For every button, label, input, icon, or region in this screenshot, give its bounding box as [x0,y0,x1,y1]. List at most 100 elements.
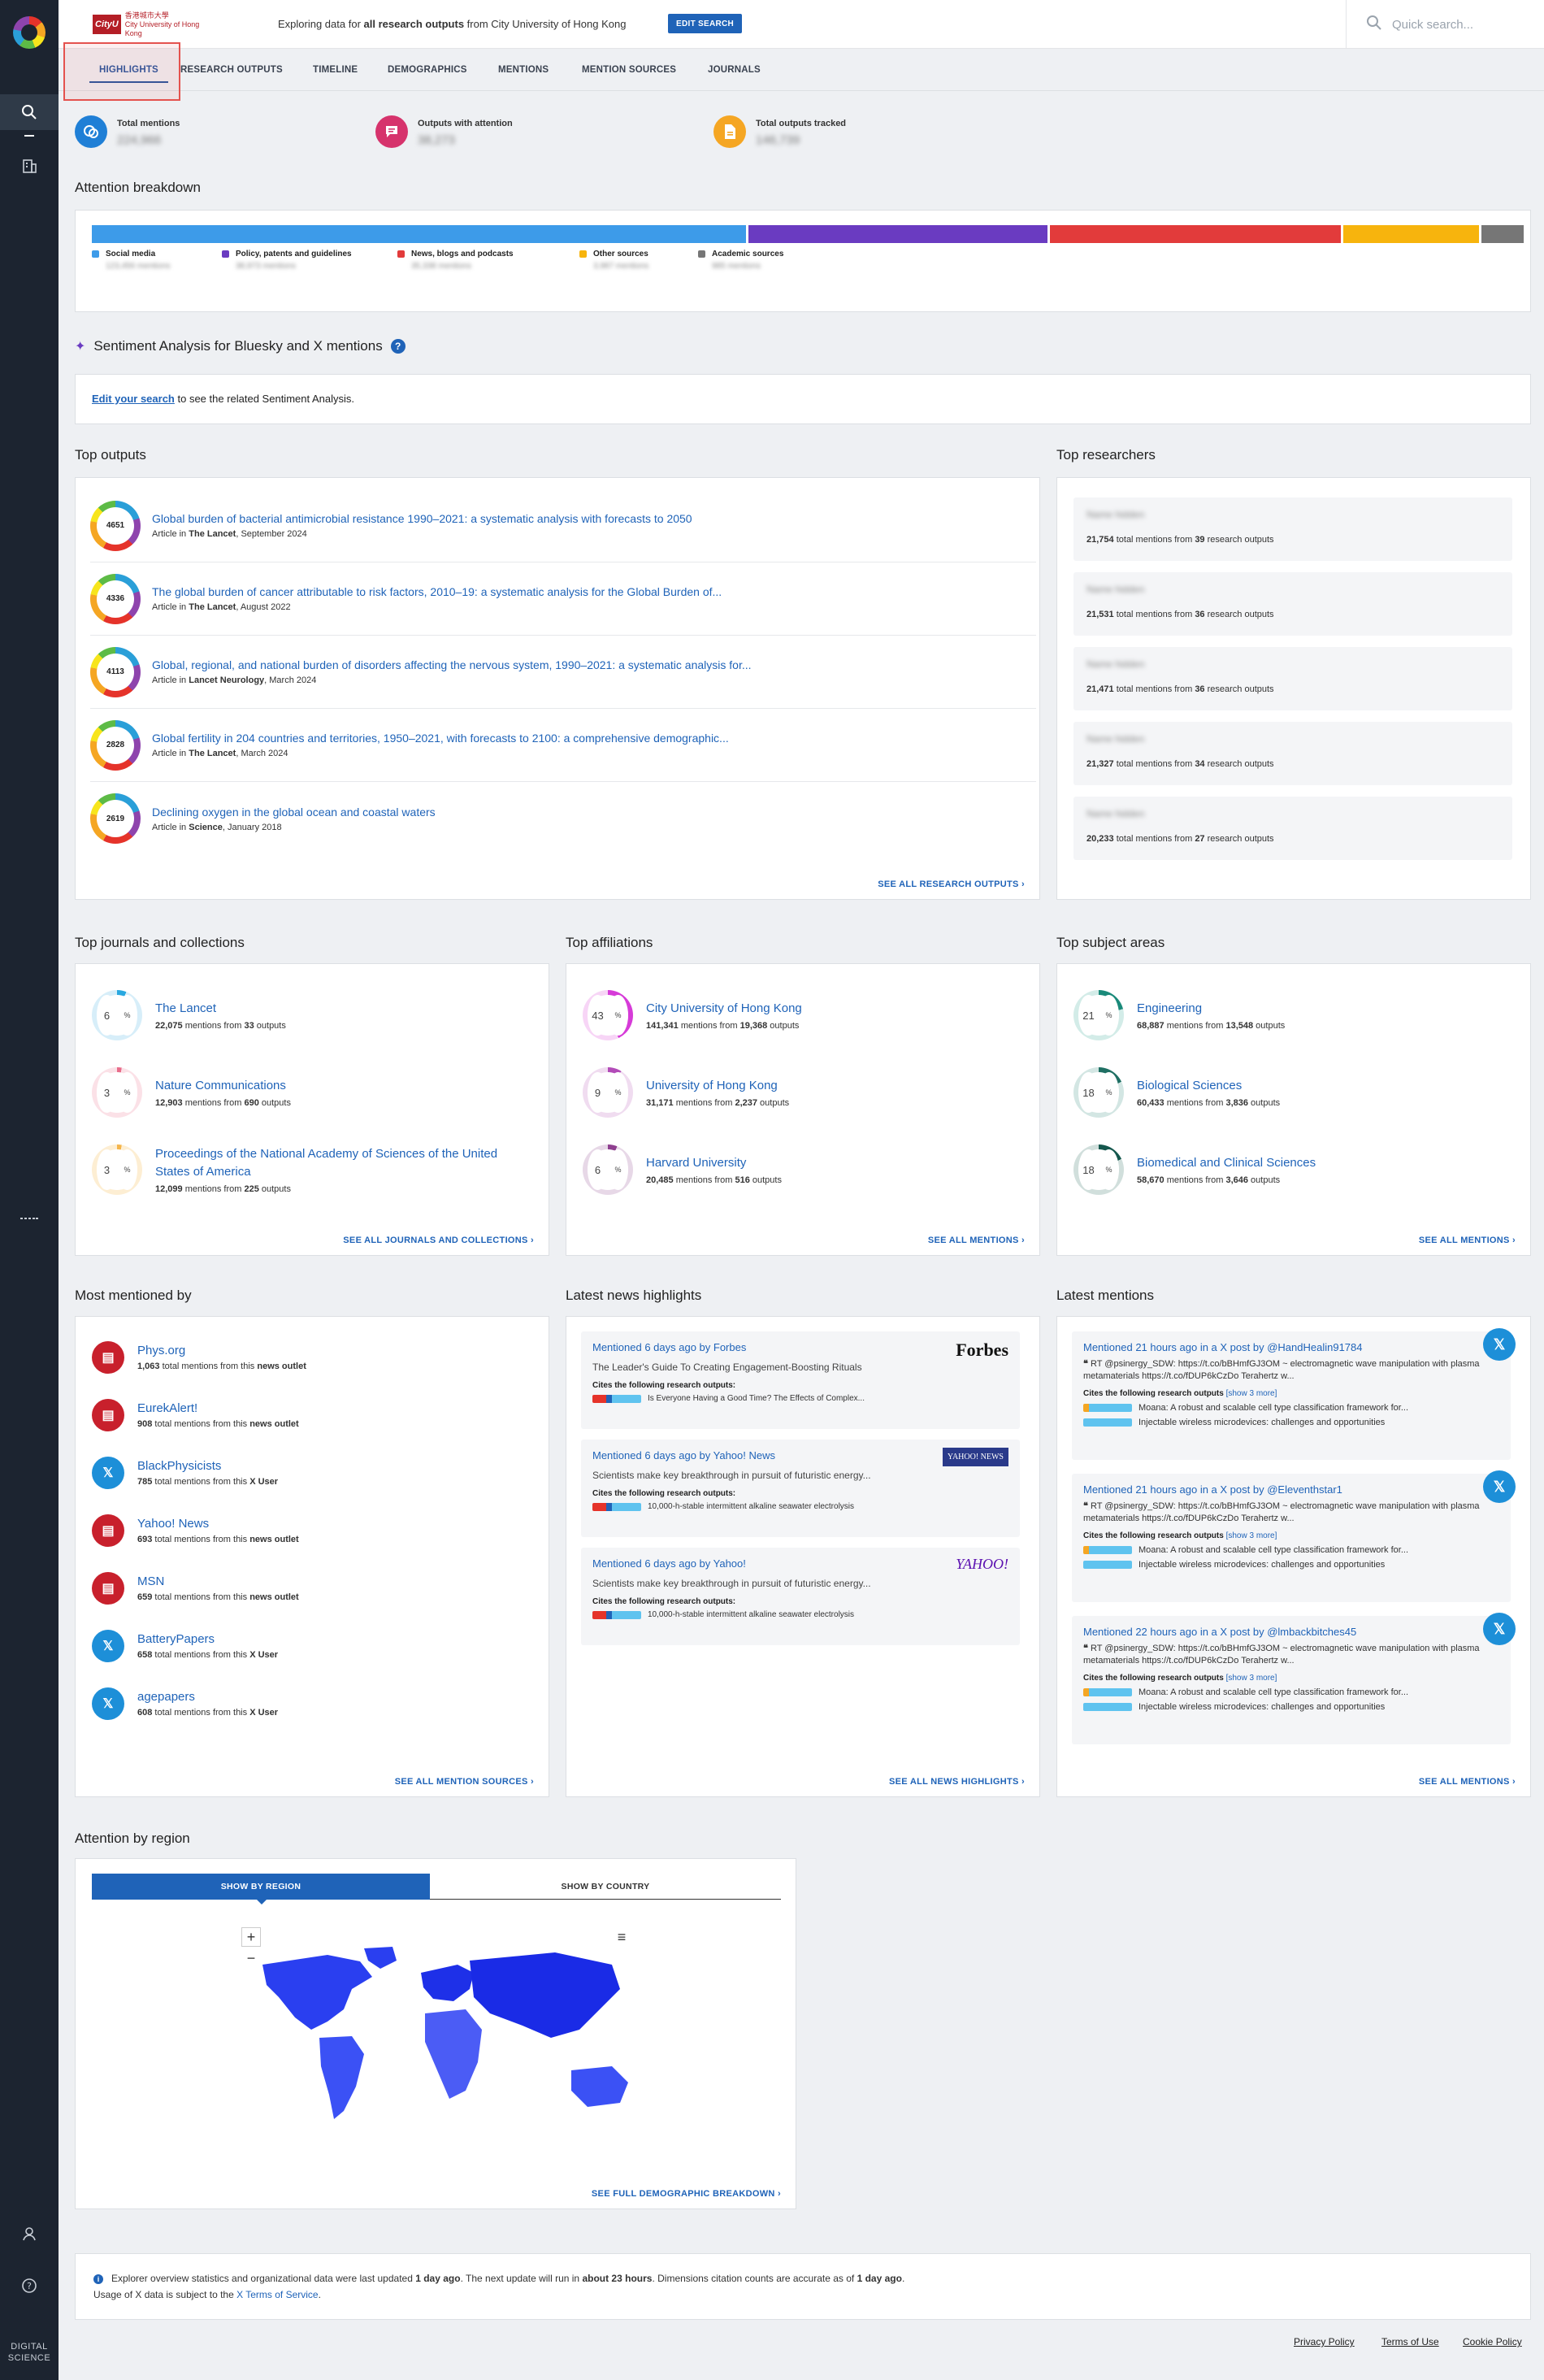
mention-source-row[interactable]: ▤ MSN 659 total mentions from this news ou… [92,1572,299,1605]
map-region-asia[interactable] [470,1952,620,2038]
cookie-policy-link[interactable]: Cookie Policy [1463,2336,1522,2347]
news-item[interactable]: YAHOO! Mentioned 6 days ago by Yahoo! Scie… [581,1548,1020,1645]
cited-output[interactable]: Injectable wireless microdevices: challe… [1083,1418,1499,1427]
researcher-row[interactable]: Name hidden 21,471 total mentions from 36… [1073,647,1512,710]
tab-research-outputs[interactable]: RESEARCH OUTPUTS [180,49,283,91]
attention-segment[interactable] [1049,225,1342,243]
attention-segment[interactable] [1481,225,1524,243]
output-title-link[interactable]: Global, regional, and national burden of… [152,658,752,671]
cited-output[interactable]: Moana: A robust and scalable cell type c… [1083,1403,1499,1413]
building-icon[interactable] [0,148,59,184]
researcher-name[interactable]: Name hidden [1086,509,1184,520]
see-all-research-outputs-link[interactable]: SEE ALL RESEARCH OUTPUTS › [878,879,1025,889]
researcher-row[interactable]: Name hidden 21,531 total mentions from 36… [1073,572,1512,636]
tab-show-by-region[interactable]: SHOW BY REGION [92,1874,430,1900]
tab-mentions[interactable]: MENTIONS [498,49,549,91]
mention-when-link[interactable]: Mentioned 22 hours ago in a X post by @l… [1083,1626,1499,1638]
researcher-row[interactable]: Name hidden 21,327 total mentions from 34… [1073,722,1512,785]
map-region-africa[interactable] [425,2009,482,2099]
ranked-item[interactable]: 21% Engineering 68,887 mentions from 13,54… [1073,990,1285,1040]
ranked-item[interactable]: 9% University of Hong Kong 31,171 mentions… [583,1067,789,1118]
cited-output[interactable]: Is Everyone Having a Good Time? The Effe… [592,1394,1008,1403]
cited-output[interactable]: Injectable wireless microdevices: challe… [1083,1702,1499,1712]
mention-source-row[interactable]: 𝕏agepapers 608 total mentions from this X… [92,1687,278,1720]
more-icon[interactable] [0,1210,59,1226]
quick-search[interactable]: Quick search... [1346,0,1544,49]
ranked-item[interactable]: 18% Biological Sciences 60,433 mentions fr… [1073,1067,1280,1118]
show-more-link[interactable]: [show 3 more] [1226,1389,1277,1398]
news-when-link[interactable]: Mentioned 6 days ago by Forbes [592,1341,1008,1353]
attention-segment[interactable] [1343,225,1479,243]
output-title-link[interactable]: Global fertility in 204 countries and te… [152,732,729,745]
mention-source-name[interactable]: Phys.org [137,1344,306,1357]
mention-source-row[interactable]: ▤ EurekAlert! 908 total mentions from this… [92,1399,299,1431]
latest-mention-item[interactable]: 𝕏 Mentioned 21 hours ago in a X post by @… [1072,1470,1516,1602]
see-all-news-link[interactable]: SEE ALL NEWS HIGHLIGHTS › [889,1777,1025,1787]
cited-output[interactable]: Moana: A robust and scalable cell type c… [1083,1545,1499,1555]
map-region-south-america[interactable] [319,2036,364,2119]
search-nav-icon[interactable] [0,94,59,130]
researcher-row[interactable]: Name hidden 21,754 total mentions from 39… [1073,497,1512,561]
mention-source-name[interactable]: agepapers [137,1690,278,1704]
see-all-affiliations-link[interactable]: SEE ALL MENTIONS › [928,1236,1025,1245]
researcher-name[interactable]: Name hidden [1086,733,1184,745]
researcher-name[interactable]: Name hidden [1086,584,1184,595]
world-map[interactable] [230,1940,685,2152]
see-full-demographic-link[interactable]: SEE FULL DEMOGRAPHIC BREAKDOWN › [592,2189,781,2199]
latest-mention-item[interactable]: 𝕏 Mentioned 22 hours ago in a X post by @… [1072,1613,1516,1744]
mention-source-name[interactable]: BatteryPapers [137,1632,278,1646]
ranked-item-name[interactable]: Biological Sciences [1137,1077,1280,1095]
x-terms-link[interactable]: X Terms of Service [236,2289,318,2300]
tab-mention-sources[interactable]: MENTION SOURCES [582,49,676,91]
mention-source-row[interactable]: ▤ Yahoo! News 693 total mentions from this… [92,1514,299,1547]
attention-segment[interactable] [92,225,746,243]
mention-source-name[interactable]: EurekAlert! [137,1401,299,1415]
show-more-link[interactable]: [show 3 more] [1226,1531,1277,1540]
ranked-item-name[interactable]: The Lancet [155,1000,286,1018]
map-region-north-america[interactable] [262,1955,372,2030]
help-icon[interactable]: ? [390,339,406,354]
ranked-item-name[interactable]: Proceedings of the National Academy of S… [155,1145,513,1181]
output-title-link[interactable]: Global burden of bacterial antimicrobial… [152,512,692,525]
cited-output[interactable]: Injectable wireless microdevices: challe… [1083,1560,1499,1570]
ranked-item[interactable]: 6% Harvard University 20,485 mentions from… [583,1144,782,1195]
cited-output[interactable]: Moana: A robust and scalable cell type c… [1083,1687,1499,1697]
output-row[interactable]: 4113 Global, regional, and national burde… [90,636,1036,709]
mention-source-name[interactable]: MSN [137,1574,299,1588]
mention-source-name[interactable]: Yahoo! News [137,1517,299,1531]
tab-highlights[interactable]: HIGHLIGHTS [89,49,168,91]
user-icon[interactable] [0,2216,59,2252]
news-item[interactable]: YAHOO! NEWS Mentioned 6 days ago by Yahoo… [581,1440,1020,1537]
mention-when-link[interactable]: Mentioned 21 hours ago in a X post by @H… [1083,1341,1499,1353]
ranked-item-name[interactable]: University of Hong Kong [646,1077,789,1095]
researcher-name[interactable]: Name hidden [1086,808,1184,819]
ranked-item[interactable]: 3% Nature Communications 12,903 mentions f… [92,1067,291,1118]
map-region-oceania[interactable] [571,2066,628,2107]
ranked-item[interactable]: 43% City University of Hong Kong 141,341 m… [583,990,802,1040]
help-icon[interactable]: ? [0,2268,59,2304]
attention-segment[interactable] [748,225,1047,243]
output-row[interactable]: 2619 Declining oxygen in the global ocean… [90,782,1036,855]
see-all-mention-sources-link[interactable]: SEE ALL MENTION SOURCES › [395,1777,534,1787]
ranked-item-name[interactable]: City University of Hong Kong [646,1000,802,1018]
privacy-policy-link[interactable]: Privacy Policy [1294,2336,1355,2347]
edit-search-button[interactable]: EDIT SEARCH [668,14,743,33]
map-region-europe[interactable] [421,1965,474,2001]
output-row[interactable]: 4651 Global burden of bacterial antimicro… [90,489,1036,562]
tab-journals[interactable]: JOURNALS [708,49,761,91]
latest-mention-item[interactable]: 𝕏 Mentioned 21 hours ago in a X post by @… [1072,1328,1516,1460]
tab-timeline[interactable]: TIMELINE [313,49,358,91]
ranked-item[interactable]: 6% The Lancet 22,075 mentions from 33 outp… [92,990,286,1040]
mention-source-row[interactable]: ▤ Phys.org 1,063 total mentions from this … [92,1341,306,1374]
tab-demographics[interactable]: DEMOGRAPHICS [388,49,467,91]
digital-science-logo[interactable]: DIGITAL SCIENCE [0,2341,59,2364]
see-all-latest-mentions-link[interactable]: SEE ALL MENTIONS › [1419,1777,1516,1787]
ranked-item-name[interactable]: Biomedical and Clinical Sciences [1137,1154,1316,1172]
mention-source-row[interactable]: 𝕏 BlackPhysicists 785 total mentions from … [92,1457,278,1489]
mention-when-link[interactable]: Mentioned 21 hours ago in a X post by @E… [1083,1483,1499,1496]
output-title-link[interactable]: Declining oxygen in the global ocean and… [152,806,436,819]
output-row[interactable]: 4336 The global burden of cancer attribut… [90,562,1036,636]
altmetric-logo-icon[interactable] [13,16,46,49]
mention-source-row[interactable]: 𝕏 BatteryPapers 658 total mentions from th… [92,1630,278,1662]
cited-output[interactable]: 10,000-h-stable intermittent alkaline se… [592,1610,1008,1619]
